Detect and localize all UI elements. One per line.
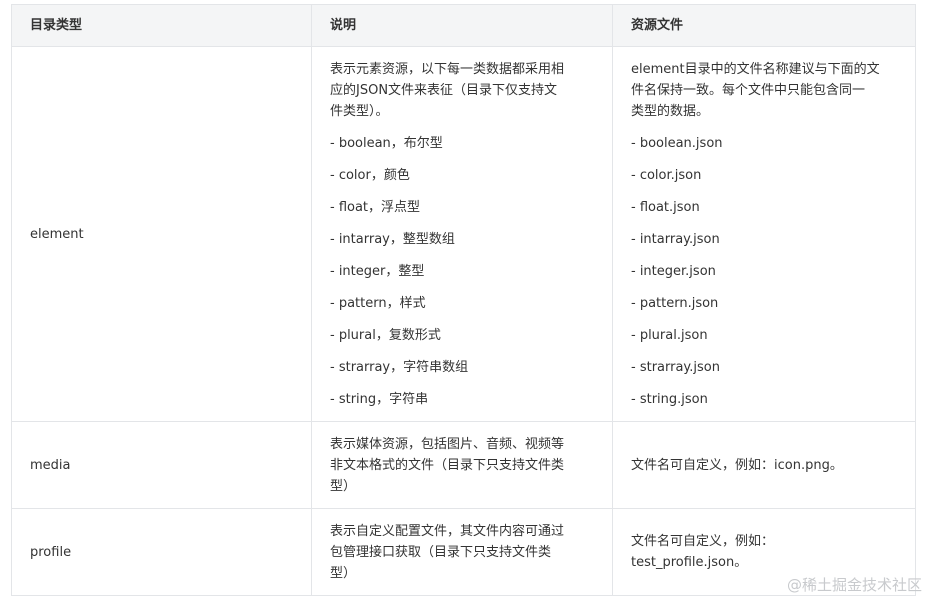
resource-file-line: 类型的数据。 [631, 103, 710, 119]
header-description: 说明 [311, 4, 613, 47]
table-row: profile 表示自定义配置文件，其文件内容可通过 包管理接口获取（目录下只支… [11, 508, 916, 596]
dir-type-cell: profile [11, 508, 312, 596]
dir-type-cell: element [11, 46, 312, 422]
description-cell: 表示媒体资源，包括图片、音频、视频等 非文本格式的文件（目录下只支持文件类 型） [311, 421, 613, 509]
description-text: 表示自定义配置文件，其文件内容可通过 包管理接口获取（目录下只支持文件类 型） [330, 521, 594, 584]
list-item: - plural.json [631, 327, 708, 343]
list-item: - color.json [631, 167, 702, 183]
list-item: - strarray.json [631, 359, 720, 375]
list-item: - plural，复数形式 [330, 327, 441, 343]
list-item: - pattern，样式 [330, 295, 426, 311]
table-row: media 表示媒体资源，包括图片、音频、视频等 非文本格式的文件（目录下只支持… [11, 421, 916, 509]
list-item: - boolean，布尔型 [330, 135, 443, 151]
list-item: - pattern.json [631, 295, 719, 311]
description-line: 包管理接口获取（目录下只支持文件类 [330, 544, 552, 560]
watermark: @稀土掘金技术社区 [786, 576, 922, 594]
dir-type-cell: media [11, 421, 312, 509]
resource-file-text: 文件名可自定义，例如：icon.png。 [631, 455, 897, 476]
resource-directory-table: 目录类型 说明 资源文件 element 表示元素资源，以下每一类数据都采用相 … [11, 4, 916, 596]
list-item: - float，浮点型 [330, 199, 421, 215]
description-text: 表示元素资源，以下每一类数据都采用相 应的JSON文件来表征（目录下仅支持文 件… [330, 59, 594, 122]
list-item: - intarray.json [631, 231, 720, 247]
list-item: - string，字符串 [330, 391, 429, 407]
resource-file-line: element目录中的文件名称建议与下面的文 [631, 61, 880, 77]
description-line: 型） [330, 565, 357, 581]
list-item: - intarray，整型数组 [330, 231, 455, 247]
header-resource-file: 资源文件 [612, 4, 916, 47]
description-cell: 表示元素资源，以下每一类数据都采用相 应的JSON文件来表征（目录下仅支持文 件… [311, 46, 613, 422]
resource-file-text: element目录中的文件名称建议与下面的文 件名保持一致。每个文件中只能包含同… [631, 59, 897, 122]
resource-file-cell: element目录中的文件名称建议与下面的文 件名保持一致。每个文件中只能包含同… [612, 46, 916, 422]
list-item: - integer.json [631, 263, 716, 279]
description-line: 应的JSON文件来表征（目录下仅支持文 [330, 82, 558, 98]
description-line: 表示自定义配置文件，其文件内容可通过 [330, 523, 565, 539]
list-item: - boolean.json [631, 135, 723, 151]
table-header-row: 目录类型 说明 资源文件 [11, 4, 916, 47]
resource-file-line: 件名保持一致。每个文件中只能包含同一 [631, 82, 866, 98]
list-item: - strarray，字符串数组 [330, 359, 469, 375]
list-item: - color，颜色 [330, 167, 410, 183]
table-row: element 表示元素资源，以下每一类数据都采用相 应的JSON文件来表征（目… [11, 46, 916, 422]
description-line: 型） [330, 478, 357, 494]
description-line: 表示媒体资源，包括图片、音频、视频等 [330, 436, 565, 452]
description-line: 非文本格式的文件（目录下只支持文件类 [330, 457, 565, 473]
list-item: - integer，整型 [330, 263, 425, 279]
resource-file-line: 文件名可自定义，例如：icon.png。 [631, 457, 843, 473]
resource-file-line: test_profile.json。 [631, 555, 748, 570]
header-dir-type: 目录类型 [11, 4, 312, 47]
list-item: - string.json [631, 391, 708, 407]
description-cell: 表示自定义配置文件，其文件内容可通过 包管理接口获取（目录下只支持文件类 型） [311, 508, 613, 596]
resource-file-text: 文件名可自定义，例如： test_profile.json。 [631, 531, 897, 573]
description-text: 表示媒体资源，包括图片、音频、视频等 非文本格式的文件（目录下只支持文件类 型） [330, 434, 594, 497]
resource-file-cell: 文件名可自定义，例如：icon.png。 [612, 421, 916, 509]
description-line: 表示元素资源，以下每一类数据都采用相 [330, 61, 565, 77]
resource-file-line: 文件名可自定义，例如： [631, 534, 775, 549]
description-line: 件类型）。 [330, 103, 389, 119]
list-item: - float.json [631, 199, 700, 215]
